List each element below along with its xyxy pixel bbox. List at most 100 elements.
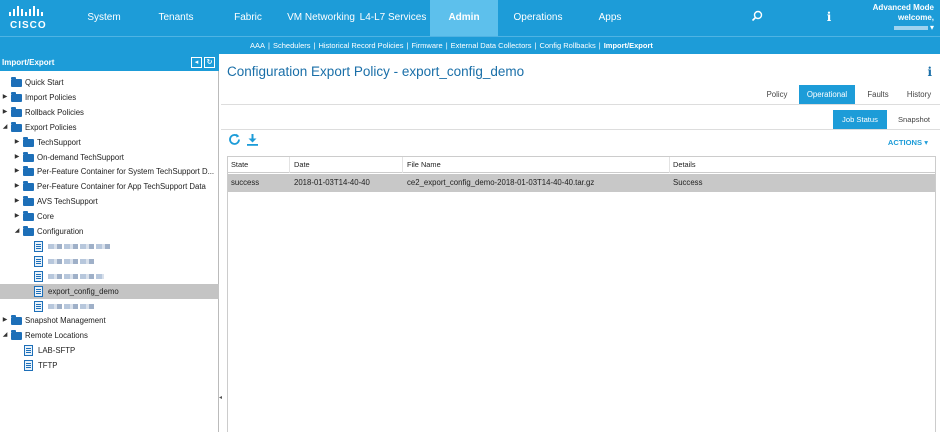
tree-item[interactable]: ▶ Per-Feature Container for System TechSu…: [0, 164, 219, 179]
subnav-separator: |: [445, 41, 448, 50]
collapse-icon[interactable]: ◂: [191, 57, 202, 68]
subnav-aaa[interactable]: AAA: [250, 41, 265, 50]
mode-label: Advanced Mode: [872, 3, 934, 12]
subtab-divider: [221, 129, 940, 130]
tree-item[interactable]: ▶ TechSupport: [0, 135, 219, 150]
tree-item[interactable]: [0, 254, 219, 269]
tree-item[interactable]: ▶ Import Policies: [0, 90, 219, 105]
tree-item-label: Quick Start: [25, 78, 64, 87]
search-icon[interactable]: [750, 10, 764, 24]
folder-icon: [23, 226, 34, 236]
info-icon[interactable]: i: [927, 65, 932, 79]
actions-dropdown[interactable]: ACTIONS ▾: [888, 138, 928, 147]
page-title: Configuration Export Policy - export_con…: [227, 64, 525, 79]
nav-tab-system[interactable]: System: [74, 0, 134, 36]
subnav-separator: |: [268, 41, 270, 50]
subnav-firmware[interactable]: Firmware: [411, 41, 442, 50]
tree-item[interactable]: ◢ Configuration: [0, 224, 219, 239]
caret-expanded-icon[interactable]: ◢: [1, 120, 9, 135]
caret-collapsed-icon[interactable]: ▶: [13, 135, 21, 150]
folder-icon: [23, 151, 34, 162]
cell-details: Success: [673, 178, 703, 187]
folder-icon: [11, 106, 22, 117]
nav-tab-apps[interactable]: Apps: [584, 0, 636, 36]
tab-operational[interactable]: Operational: [799, 85, 855, 104]
tree-item[interactable]: LAB-SFTP: [0, 343, 219, 358]
column-header-details[interactable]: Details: [670, 157, 935, 173]
tree-item[interactable]: [0, 239, 219, 254]
tree-item[interactable]: ▶ Per-Feature Container for App TechSuppo…: [0, 179, 219, 194]
caret-collapsed-icon[interactable]: ▶: [13, 179, 21, 194]
tree-item[interactable]: ▶ Rollback Policies: [0, 105, 219, 120]
policy-document-icon: [24, 360, 33, 372]
tree-item[interactable]: ▶ AVS TechSupport: [0, 194, 219, 209]
tree-item[interactable]: ▶ Snapshot Management: [0, 313, 219, 328]
cisco-bars-icon: [9, 6, 43, 16]
tree-item-label: Core: [37, 212, 54, 222]
nav-tab-fabric[interactable]: Fabric: [222, 0, 274, 36]
tab-faults[interactable]: Faults: [863, 85, 893, 104]
caret-collapsed-icon[interactable]: ▶: [13, 150, 21, 165]
job-status-table: State Date File Name Details success 201…: [227, 156, 936, 432]
info-icon[interactable]: i: [822, 10, 836, 24]
subnav-import-export[interactable]: Import/Export: [604, 41, 653, 50]
tree-item-label: TFTP: [38, 361, 58, 371]
nav-tab-l4-l7-services[interactable]: L4-L7 Services: [356, 0, 430, 36]
tree-item[interactable]: ◢ Remote Locations: [0, 328, 219, 343]
tree-item-label: TechSupport: [37, 137, 81, 147]
download-icon[interactable]: [245, 133, 259, 147]
caret-collapsed-icon[interactable]: ▶: [13, 194, 21, 209]
subnav-config-rollbacks[interactable]: Config Rollbacks: [539, 41, 595, 50]
column-header-date[interactable]: Date: [291, 157, 403, 173]
subnav-schedulers[interactable]: Schedulers: [273, 41, 311, 50]
tree-item-label: Export Policies: [25, 122, 77, 132]
caret-expanded-icon[interactable]: ◢: [13, 224, 21, 239]
caret-collapsed-icon[interactable]: ▶: [13, 164, 21, 179]
top-nav: CISCO System Tenants Fabric VM Networkin…: [0, 0, 940, 36]
tree-item[interactable]: [0, 299, 219, 314]
table-row[interactable]: success 2018-01-03T14-40-40 ce2_export_c…: [228, 174, 935, 192]
caret-collapsed-icon[interactable]: ▶: [1, 313, 9, 328]
user-box[interactable]: Advanced Mode welcome, ▾: [873, 3, 934, 33]
tree-item[interactable]: ▶ Core: [0, 209, 219, 224]
tree-item-label: Snapshot Management: [25, 316, 106, 326]
subtab-snapshot[interactable]: Snapshot: [893, 110, 935, 129]
tree-item-label: Per-Feature Container for System TechSup…: [37, 167, 215, 177]
cisco-logo[interactable]: CISCO: [8, 6, 54, 32]
tree-item-label: Rollback Policies: [25, 107, 84, 117]
caret-collapsed-icon[interactable]: ▶: [13, 209, 21, 224]
nav-tab-vm-networking[interactable]: VM Networking: [284, 0, 358, 36]
tab-policy[interactable]: Policy: [761, 85, 793, 104]
tree-item-label: Remote Locations: [25, 331, 88, 341]
caret-collapsed-icon[interactable]: ▶: [1, 105, 9, 120]
subnav-separator: |: [406, 41, 409, 50]
tab-history[interactable]: History: [903, 85, 935, 104]
subnav-historical-record-policies[interactable]: Historical Record Policies: [318, 41, 403, 50]
username-redacted: ▾: [873, 23, 934, 33]
caret-expanded-icon[interactable]: ◢: [1, 328, 9, 343]
subtab-job-status[interactable]: Job Status: [833, 110, 887, 129]
nav-tab-admin[interactable]: Admin: [430, 0, 498, 36]
folder-icon: [11, 77, 22, 87]
column-header-state[interactable]: State: [228, 157, 290, 173]
folder-icon: [23, 181, 34, 192]
subnav-external-data-collectors[interactable]: External Data Collectors: [451, 41, 532, 50]
chevron-down-icon: ▾: [929, 23, 934, 32]
tree-item[interactable]: ▶ On-demand TechSupport: [0, 150, 219, 165]
tree-item[interactable]: ◢ Export Policies: [0, 120, 219, 135]
folder-icon: [23, 211, 34, 222]
tree-item[interactable]: [0, 269, 219, 284]
nav-tab-tenants[interactable]: Tenants: [146, 0, 206, 36]
main-panel: Configuration Export Policy - export_con…: [221, 54, 940, 432]
policy-document-icon: [34, 240, 43, 252]
caret-collapsed-icon[interactable]: ▶: [1, 90, 9, 105]
folder-icon: [11, 330, 22, 341]
tree-item[interactable]: TFTP: [0, 358, 219, 373]
tree-item[interactable]: export_config_demo: [0, 283, 219, 299]
column-header-file-name[interactable]: File Name: [404, 157, 670, 173]
welcome-label: welcome,: [897, 13, 934, 22]
tree-item[interactable]: Quick Start: [0, 75, 219, 90]
refresh-icon[interactable]: ↻: [204, 57, 215, 68]
nav-tab-operations[interactable]: Operations: [506, 0, 570, 36]
refresh-icon[interactable]: [227, 133, 241, 147]
